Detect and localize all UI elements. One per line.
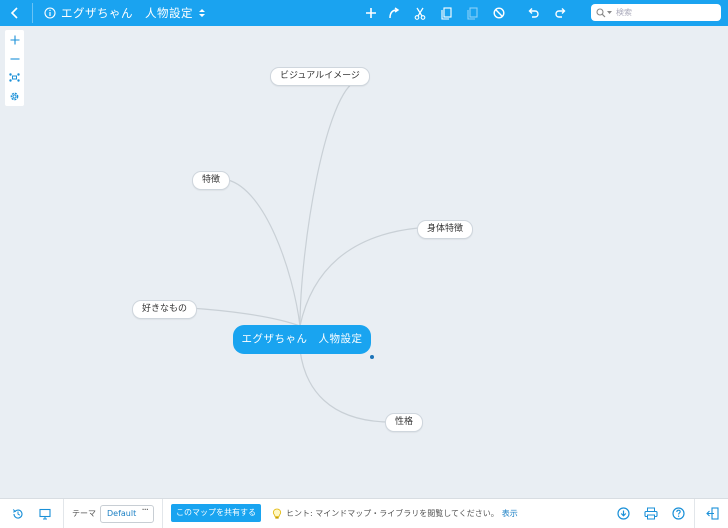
lightbulb-icon: [272, 508, 282, 519]
monitor-icon: [39, 508, 51, 520]
help-button[interactable]: [668, 499, 688, 528]
theme-label: テーマ: [72, 509, 96, 518]
hint-bar: ヒント: マインドマップ・ライブラリを閲覧してください。 表示: [272, 499, 518, 528]
print-icon: [644, 507, 658, 520]
edge-personality: [299, 349, 387, 423]
divider: [694, 499, 695, 528]
hint-show-link[interactable]: 表示: [502, 508, 518, 519]
node-visual-image[interactable]: ビジュアルイメージ: [270, 67, 370, 86]
edge-body-features: [299, 227, 419, 327]
theme-select[interactable]: Default ···: [100, 505, 154, 523]
node-body-features[interactable]: 身体特徴: [417, 220, 474, 239]
exit-button[interactable]: [701, 499, 723, 528]
download-icon: [616, 507, 630, 520]
divider: [63, 499, 64, 528]
node-personality[interactable]: 性格: [385, 413, 424, 432]
exit-icon: [705, 507, 719, 520]
root-node[interactable]: エグザちゃん 人物設定: [233, 325, 371, 354]
print-button[interactable]: [641, 499, 661, 528]
edge-features: [227, 179, 301, 327]
bottom-toolbar: テーマ Default ··· このマップを共有する ヒント: マインドマップ・…: [0, 498, 728, 528]
hint-text: ヒント: マインドマップ・ライブラリを閲覧してください。: [286, 509, 499, 518]
more-icon: ···: [141, 505, 148, 516]
node-features[interactable]: 特徴: [192, 171, 231, 190]
edge-visual-image: [299, 79, 359, 327]
node-resize-handle[interactable]: [370, 355, 374, 359]
download-button[interactable]: [613, 499, 633, 528]
node-likes[interactable]: 好きなもの: [132, 300, 198, 319]
present-button[interactable]: [35, 499, 55, 528]
history-button[interactable]: [8, 499, 28, 528]
theme-value: Default: [107, 509, 137, 518]
edge-likes: [189, 307, 301, 327]
divider: [162, 499, 163, 528]
history-icon: [12, 508, 23, 519]
help-icon: [671, 507, 685, 520]
share-map-button[interactable]: このマップを共有する: [171, 504, 261, 522]
